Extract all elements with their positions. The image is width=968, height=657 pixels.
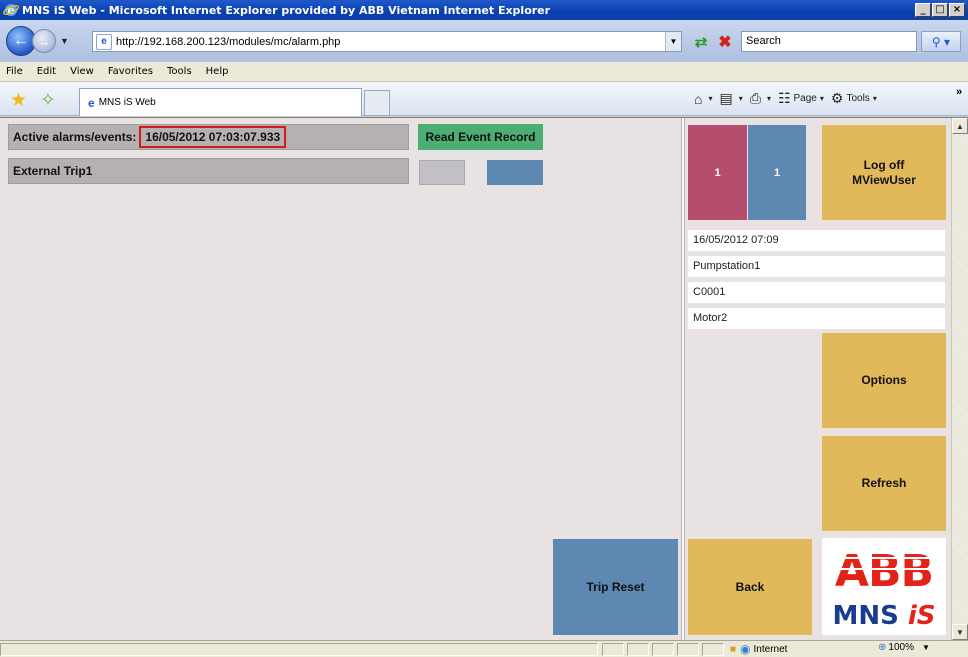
address-dropdown-icon[interactable]: ▼: [665, 32, 681, 51]
options-button[interactable]: Options: [822, 333, 946, 428]
zoom-icon: ⊕: [878, 642, 887, 653]
ie-logo-icon: e: [3, 4, 19, 17]
rss-feed-icon: ▤: [719, 90, 733, 106]
status-pane: [652, 643, 674, 656]
menu-file[interactable]: File: [6, 66, 23, 77]
side-panel: 1 1 Log off MViewUser 16/05/2012 07:09 P…: [685, 118, 951, 641]
search-icon[interactable]: ⚲ ▾: [921, 31, 961, 52]
address-field[interactable]: e http://192.168.200.123/modules/mc/alar…: [92, 31, 682, 52]
add-favorite-icon[interactable]: ✧: [40, 89, 56, 112]
trip-reset-button[interactable]: Trip Reset: [553, 539, 678, 635]
vertical-scrollbar[interactable]: ▲ ▼: [951, 118, 968, 641]
code-field: C0001: [688, 282, 945, 303]
status-pane: [702, 643, 724, 656]
tab-row: ★ ✧ e MNS iS Web ⌂ ▾ ▤ ▾ ⎙ ▾ ☷ Page ▾ ⚙ Tools ▾…: [0, 82, 968, 116]
page-content: Active alarms/events: 16/05/2012 07:03:0…: [0, 117, 968, 641]
page-icon: e: [96, 33, 112, 50]
refresh-button[interactable]: Refresh: [822, 436, 946, 531]
menu-favorites[interactable]: Favorites: [108, 66, 153, 77]
status-pane: [677, 643, 699, 656]
history-dropdown-icon[interactable]: ▼: [60, 36, 69, 46]
device-field: Motor2: [688, 308, 945, 329]
search-input[interactable]: Search: [741, 31, 917, 52]
chevron-more-icon[interactable]: »: [956, 86, 962, 98]
globe-icon: ◉: [740, 642, 751, 656]
menu-edit[interactable]: Edit: [37, 66, 56, 77]
refresh-arrows-icon[interactable]: ⇄: [690, 32, 712, 52]
status-pane: [602, 643, 624, 656]
zoom-control[interactable]: ⊕ 100% ▼: [878, 642, 930, 653]
gear-icon: ⚙: [830, 90, 844, 106]
svg-text:ABB: ABB: [835, 546, 933, 597]
alarm-row-external-trip[interactable]: External Trip1: [8, 158, 409, 184]
read-event-record-button[interactable]: Read Event Record: [418, 124, 543, 150]
ie-page-icon: e: [88, 95, 95, 110]
status-pane: [627, 643, 649, 656]
tab-title: MNS iS Web: [98, 97, 156, 108]
log-off-label: Log off: [863, 158, 905, 173]
address-url[interactable]: http://192.168.200.123/modules/mc/alarm.…: [116, 36, 665, 48]
favorites-star-icon[interactable]: ★: [10, 89, 27, 112]
alarm-indicator-grey: [419, 160, 465, 185]
zoom-level: 100%: [888, 642, 914, 653]
zone-label: Internet: [753, 643, 788, 655]
page-menu[interactable]: ☷ Page ▾: [778, 90, 824, 107]
active-alarms-header: Active alarms/events: 16/05/2012 07:03:0…: [8, 124, 409, 150]
alarm-pane: Active alarms/events: 16/05/2012 07:03:0…: [0, 118, 682, 641]
svg-text:MNS iS: MNS iS: [832, 601, 935, 631]
alarm-timestamp: 16/05/2012 07:03:07.933: [139, 126, 287, 148]
log-off-button[interactable]: Log off MViewUser: [822, 125, 946, 220]
menu-bar: File Edit View Favorites Tools Help: [0, 62, 968, 82]
feeds-button[interactable]: ▤ ▾: [719, 90, 742, 107]
command-bar: ⌂ ▾ ▤ ▾ ⎙ ▾ ☷ Page ▾ ⚙ Tools ▾: [694, 90, 884, 107]
station-field: Pumpstation1: [688, 256, 945, 277]
abb-mns-is-logo: ABB MNS iS: [822, 538, 946, 635]
back-button[interactable]: Back: [688, 539, 812, 635]
new-tab-button[interactable]: [364, 90, 390, 116]
scroll-up-icon[interactable]: ▲: [952, 118, 968, 134]
alarm-counter-red[interactable]: 1: [688, 125, 747, 220]
tools-menu[interactable]: ⚙ Tools ▾: [831, 90, 877, 107]
forward-arrow-icon[interactable]: →: [32, 29, 56, 53]
window-title-bar: e MNS iS Web - Microsoft Internet Explor…: [0, 0, 968, 20]
alarm-indicator-blue: [487, 160, 543, 185]
zoom-dropdown-icon: ▼: [921, 643, 930, 652]
security-zone[interactable]: ■ ◉ Internet: [730, 642, 787, 656]
menu-help[interactable]: Help: [206, 66, 229, 77]
protected-mode-icon: ■: [730, 643, 737, 655]
status-bar: ■ ◉ Internet ⊕ 100% ▼: [0, 640, 968, 657]
tab-mns-is-web[interactable]: e MNS iS Web: [79, 88, 362, 116]
close-button[interactable]: ×: [949, 3, 965, 17]
log-off-user: MViewUser: [852, 172, 916, 187]
maximize-button[interactable]: □: [932, 3, 948, 17]
address-toolbar: ← → ▼ e http://192.168.200.123/modules/m…: [0, 20, 968, 62]
scroll-down-icon[interactable]: ▼: [952, 624, 968, 640]
datetime-field: 16/05/2012 07:09: [688, 230, 945, 251]
alarm-counter-blue[interactable]: 1: [748, 125, 806, 220]
active-alarms-label: Active alarms/events:: [13, 130, 137, 144]
menu-view[interactable]: View: [70, 66, 94, 77]
minimize-button[interactable]: _: [915, 3, 931, 17]
page-icon: ☷: [777, 90, 791, 106]
status-text: [0, 643, 598, 656]
print-button[interactable]: ⎙ ▾: [750, 90, 771, 107]
home-button[interactable]: ⌂ ▾: [694, 91, 712, 107]
stop-icon[interactable]: ✖: [714, 32, 736, 52]
window-title: MNS iS Web - Microsoft Internet Explorer…: [22, 3, 551, 17]
menu-tools[interactable]: Tools: [167, 66, 192, 77]
printer-icon: ⎙: [749, 90, 761, 106]
home-icon: ⌂: [694, 90, 703, 107]
